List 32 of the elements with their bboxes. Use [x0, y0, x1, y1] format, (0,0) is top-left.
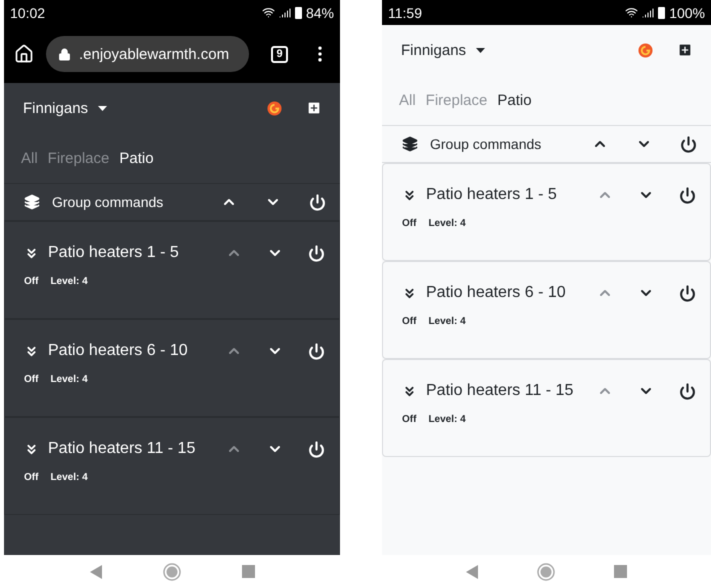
group-commands-label: Group commands — [430, 136, 542, 152]
heater-name: Patio heaters 11 - 15 — [48, 440, 196, 458]
heater-name: Patio heaters 6 - 10 — [426, 284, 567, 302]
heater-status: Off — [402, 316, 416, 327]
heater-status: Off — [24, 472, 38, 483]
heater-name: Patio heaters 1 - 5 — [426, 186, 558, 204]
heater-level: Level: 4 — [50, 472, 88, 483]
heater-level: Level: 4 — [428, 316, 466, 327]
filter-tab[interactable]: Patio — [119, 150, 154, 166]
group-commands-label: Group commands — [52, 194, 164, 210]
heater-level: Level: 4 — [50, 374, 88, 385]
heater-level: Level: 4 — [428, 218, 466, 229]
status-time: 11:59 — [388, 4, 422, 20]
heater-status: Off — [24, 276, 38, 287]
heater-status: Off — [402, 414, 416, 425]
status-time: 10:02 — [10, 4, 46, 20]
battery-percent: 84% — [306, 4, 334, 20]
heater-status: Off — [402, 218, 416, 229]
filter-tab[interactable]: All — [21, 150, 38, 166]
location-dropdown[interactable]: Finnigans — [23, 100, 108, 116]
heater-name: Patio heaters 11 - 15 — [426, 382, 574, 400]
battery-percent: 100% — [669, 4, 705, 20]
filter-tab[interactable]: Fireplace — [48, 150, 110, 166]
url-field[interactable]: .enjoyablewarmth.com — [46, 36, 249, 72]
location-dropdown[interactable]: Finnigans — [401, 42, 486, 58]
filter-tab[interactable]: Patio — [497, 92, 532, 108]
heater-name: Patio heaters 6 - 10 — [48, 342, 189, 360]
tab-count[interactable]: 9 — [271, 46, 288, 62]
heater-level: Level: 4 — [428, 414, 466, 425]
heater-name: Patio heaters 1 - 5 — [48, 244, 180, 262]
heater-level: Level: 4 — [50, 276, 88, 287]
heater-status: Off — [24, 374, 38, 385]
